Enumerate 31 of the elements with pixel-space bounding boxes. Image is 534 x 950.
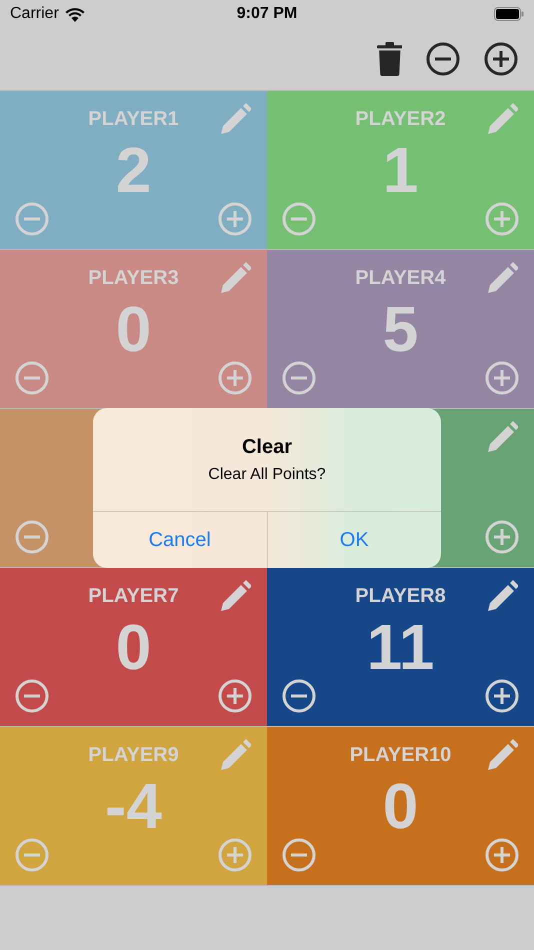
player-tile[interactable]: PLAYER7 0 (0, 568, 267, 726)
pencil-icon[interactable] (486, 580, 518, 612)
player-tile[interactable]: PLAYER8 11 (267, 568, 534, 726)
player-name: PLAYER3 (88, 266, 179, 290)
clock-time: 9:07 PM (236, 5, 298, 22)
cancel-button[interactable]: Cancel (93, 512, 266, 568)
player-score: -4 (105, 774, 162, 838)
player-score: 2 (116, 138, 152, 202)
player-score: 5 (382, 297, 418, 361)
player-name: PLAYER9 (88, 744, 179, 766)
battery-icon (494, 7, 524, 21)
player-name: PLAYER1 (88, 108, 179, 130)
trash-icon[interactable] (376, 42, 402, 76)
player-name: PLAYER2 (355, 108, 446, 130)
plus-icon[interactable] (484, 42, 518, 76)
minus-icon[interactable] (426, 42, 460, 76)
carrier-label: Carrier (10, 5, 59, 23)
wifi-icon (64, 6, 85, 22)
player-score: 1 (382, 138, 418, 202)
ok-button[interactable]: OK (266, 512, 441, 568)
player-name: PLAYER7 (88, 584, 179, 608)
player-name: PLAYER10 (350, 744, 452, 766)
alert-message: Clear All Points? (207, 465, 327, 485)
player-name: PLAYER4 (355, 266, 446, 290)
player-name: PLAYER8 (355, 584, 446, 608)
player-score: 11 (366, 615, 434, 679)
player-score: 0 (116, 615, 152, 679)
player-score: 0 (116, 297, 152, 361)
pencil-icon[interactable] (219, 580, 251, 612)
alert-title: Clear (240, 435, 294, 459)
player-score: 0 (382, 774, 418, 838)
